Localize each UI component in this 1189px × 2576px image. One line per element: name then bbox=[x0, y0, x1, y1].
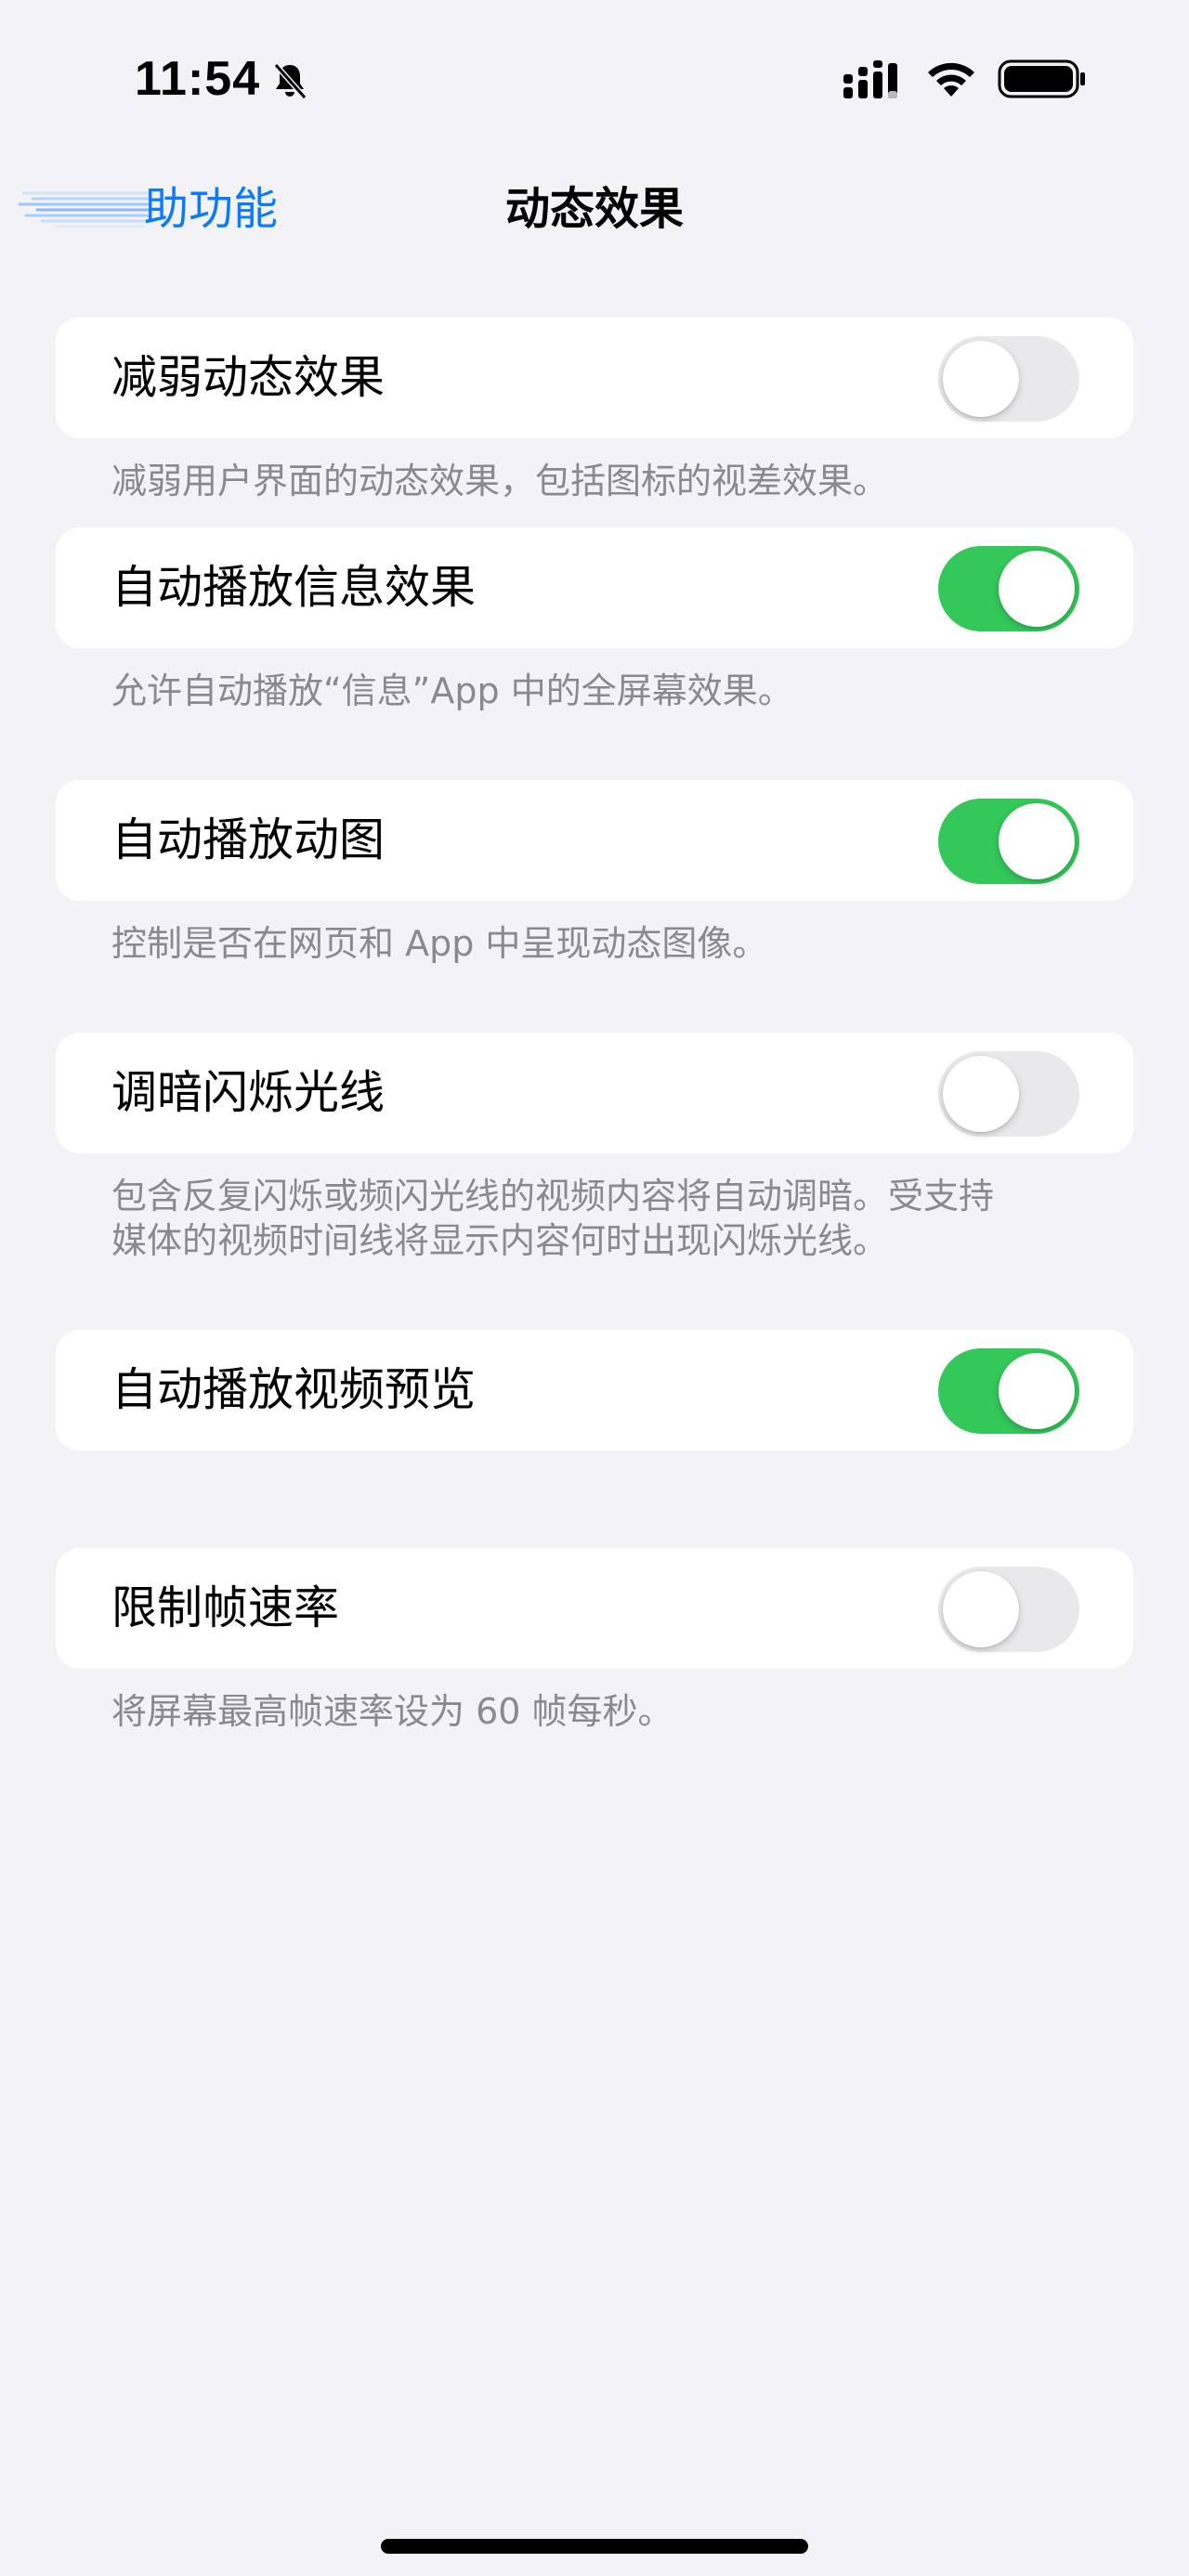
setting-group-limit-frame-rate: 限制帧速率 将屏幕最高帧速率设为 60 帧每秒。 bbox=[56, 1548, 1133, 1734]
toggle-knob bbox=[943, 1571, 1019, 1647]
setting-row-dim-flashing-lights: 调暗闪烁光线 bbox=[56, 1033, 1133, 1153]
setting-footer: 减弱用户界面的动态效果，包括图标的视差效果。 bbox=[111, 461, 889, 501]
setting-group-auto-play-animated-images: 自动播放动图 控制是否在网页和 App 中呈现动态图像。 bbox=[56, 780, 1133, 1033]
toggle-knob bbox=[943, 341, 1019, 417]
setting-label: 自动播放视频预览 bbox=[111, 1363, 477, 1416]
setting-footer: 允许自动播放“信息”App 中的全屏幕效果。 bbox=[111, 670, 793, 711]
setting-label: 限制帧速率 bbox=[111, 1581, 340, 1634]
status-bar: 11:54 bbox=[0, 0, 1189, 158]
setting-footer: 将屏幕最高帧速率设为 60 帧每秒。 bbox=[111, 1691, 673, 1732]
home-indicator[interactable] bbox=[381, 2539, 808, 2554]
toggle-knob bbox=[999, 1353, 1075, 1429]
setting-row-auto-play-video-previews: 自动播放视频预览 bbox=[56, 1330, 1133, 1451]
bell-slash-icon bbox=[273, 63, 307, 99]
setting-footer: 包含反复闪烁或频闪光线的视频内容将自动调暗。受支持 媒体的视频时间线将显示内容何… bbox=[56, 1153, 1133, 1330]
page-title: 动态效果 bbox=[504, 183, 684, 235]
setting-row-reduce-motion: 减弱动态效果 bbox=[56, 318, 1133, 438]
setting-label: 减弱动态效果 bbox=[111, 351, 385, 404]
navigation-bar: 助功能 动态效果 bbox=[0, 158, 1189, 260]
dim-flashing-lights-toggle[interactable] bbox=[938, 1051, 1079, 1137]
reduce-motion-toggle[interactable] bbox=[938, 336, 1079, 422]
setting-group-auto-play-video-previews: 自动播放视频预览 bbox=[56, 1330, 1133, 1451]
auto-play-animated-images-toggle[interactable] bbox=[938, 799, 1079, 884]
auto-play-video-previews-toggle[interactable] bbox=[938, 1348, 1079, 1434]
auto-play-message-effects-toggle[interactable] bbox=[938, 546, 1079, 631]
wifi-icon bbox=[928, 62, 974, 97]
setting-row-auto-play-message-effects: 自动播放信息效果 bbox=[56, 527, 1133, 648]
battery-icon bbox=[998, 59, 1085, 98]
setting-label: 自动播放信息效果 bbox=[111, 561, 477, 614]
setting-footer-line: 包含反复闪烁或频闪光线的视频内容将自动调暗。受支持 bbox=[111, 1176, 995, 1216]
setting-footer: 控制是否在网页和 App 中呈现动态图像。 bbox=[111, 923, 768, 964]
setting-group-auto-play-message-effects: 自动播放信息效果 允许自动播放“信息”App 中的全屏幕效果。 bbox=[56, 527, 1133, 780]
toggle-knob bbox=[999, 803, 1075, 879]
setting-group-reduce-motion: 减弱动态效果 减弱用户界面的动态效果，包括图标的视差效果。 bbox=[56, 318, 1133, 527]
setting-row-limit-frame-rate: 限制帧速率 bbox=[56, 1548, 1133, 1669]
setting-footer-line: 媒体的视频时间线将显示内容何时出现闪烁光线。 bbox=[111, 1220, 889, 1261]
status-time: 11:54 bbox=[135, 52, 261, 106]
setting-group-dim-flashing-lights: 调暗闪烁光线 包含反复闪烁或频闪光线的视频内容将自动调暗。受支持 媒体的视频时间… bbox=[56, 1033, 1133, 1330]
limit-frame-rate-toggle[interactable] bbox=[938, 1567, 1079, 1652]
cellular-signal-icon bbox=[843, 60, 897, 98]
settings-list: 减弱动态效果 减弱用户界面的动态效果，包括图标的视差效果。 自动播放信息效果 允… bbox=[0, 318, 1189, 1734]
toggle-knob bbox=[999, 551, 1075, 627]
setting-row-auto-play-animated-images: 自动播放动图 bbox=[56, 780, 1133, 901]
setting-label: 自动播放动图 bbox=[111, 813, 385, 866]
setting-label: 调暗闪烁光线 bbox=[111, 1066, 385, 1119]
toggle-knob bbox=[943, 1056, 1019, 1132]
